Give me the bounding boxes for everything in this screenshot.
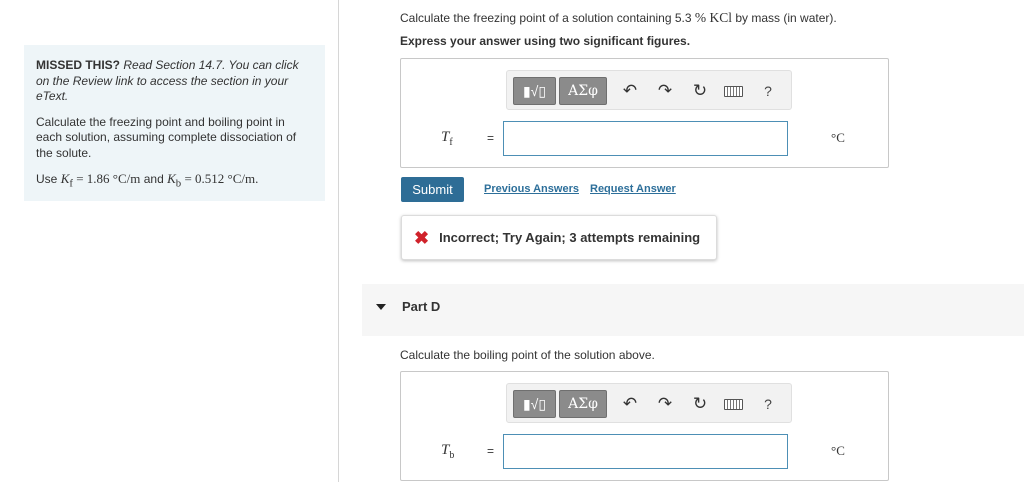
undo-icon[interactable]: ↶ bbox=[619, 80, 641, 102]
variable-label-tf: Tf bbox=[441, 129, 453, 148]
kb-constant: Kb = 0.512 °C/m. bbox=[167, 171, 259, 190]
redo-icon[interactable]: ↷ bbox=[654, 80, 676, 102]
freezing-point-input[interactable] bbox=[503, 121, 788, 156]
part-d-title: Part D bbox=[402, 299, 441, 314]
equals-sign: = bbox=[487, 444, 495, 458]
part-d-header[interactable]: Part D bbox=[362, 284, 1024, 336]
unit-label: °C bbox=[831, 130, 845, 145]
templates-button[interactable]: ▮√▯ bbox=[513, 390, 556, 418]
incorrect-x-icon: ✖ bbox=[414, 227, 430, 248]
undo-icon[interactable]: ↶ bbox=[619, 393, 641, 415]
percent-kcl: % KCl bbox=[694, 10, 732, 25]
hint-constants: Use Kf = 1.86 °C/m and Kb = 0.512 °C/m. bbox=[36, 171, 313, 192]
templates-button[interactable]: ▮√▯ bbox=[513, 77, 556, 105]
redo-icon[interactable]: ↷ bbox=[654, 393, 676, 415]
submit-button[interactable]: Submit bbox=[401, 177, 464, 202]
boiling-point-input[interactable] bbox=[503, 434, 788, 469]
feedback-message: ✖ Incorrect; Try Again; 3 attempts remai… bbox=[401, 215, 717, 260]
answer-box-freezing: ▮√▯ ΑΣφ ↶ ↷ ↻ ? Tf = °C bbox=[400, 58, 889, 168]
hint-missed-paragraph: MISSED THIS? Read Section 14.7. You can … bbox=[36, 58, 313, 105]
equals-sign: = bbox=[487, 131, 495, 145]
hint-box: MISSED THIS? Read Section 14.7. You can … bbox=[24, 45, 325, 201]
math-toolbar: ▮√▯ ΑΣφ ↶ ↷ ↻ ? bbox=[506, 70, 792, 110]
answer-box-boiling: ▮√▯ ΑΣφ ↶ ↷ ↻ ? Tb = °C bbox=[400, 371, 889, 481]
hint-title: MISSED THIS? bbox=[36, 58, 121, 72]
request-answer-link[interactable]: Request Answer bbox=[590, 183, 676, 195]
answer-instruction: Express your answer using two significan… bbox=[400, 34, 691, 48]
collapse-caret-icon[interactable] bbox=[376, 304, 386, 310]
unit-label: °C bbox=[831, 443, 845, 458]
feedback-text: Incorrect; Try Again; 3 attempts remaini… bbox=[439, 230, 701, 245]
help-button[interactable]: ? bbox=[757, 393, 779, 415]
variable-label-tb: Tb bbox=[441, 442, 455, 461]
part-d-question: Calculate the boiling point of the solut… bbox=[400, 348, 655, 362]
keyboard-icon[interactable] bbox=[722, 393, 744, 415]
previous-answers-link[interactable]: Previous Answers bbox=[484, 183, 579, 195]
keyboard-icon[interactable] bbox=[722, 80, 744, 102]
reset-icon[interactable]: ↻ bbox=[689, 393, 711, 415]
question-text: Calculate the freezing point of a soluti… bbox=[400, 10, 837, 25]
math-toolbar: ▮√▯ ΑΣφ ↶ ↷ ↻ ? bbox=[506, 383, 792, 423]
hint-instruction: Calculate the freezing point and boiling… bbox=[36, 114, 297, 160]
use-prefix: Use bbox=[36, 172, 58, 186]
and-text: and bbox=[143, 172, 164, 186]
help-button[interactable]: ? bbox=[757, 80, 779, 102]
left-column: MISSED THIS? Read Section 14.7. You can … bbox=[0, 0, 339, 482]
symbols-button[interactable]: ΑΣφ bbox=[559, 390, 607, 418]
symbols-button[interactable]: ΑΣφ bbox=[559, 77, 607, 105]
reset-icon[interactable]: ↻ bbox=[689, 80, 711, 102]
kf-constant: Kf = 1.86 °C/m bbox=[60, 171, 141, 190]
